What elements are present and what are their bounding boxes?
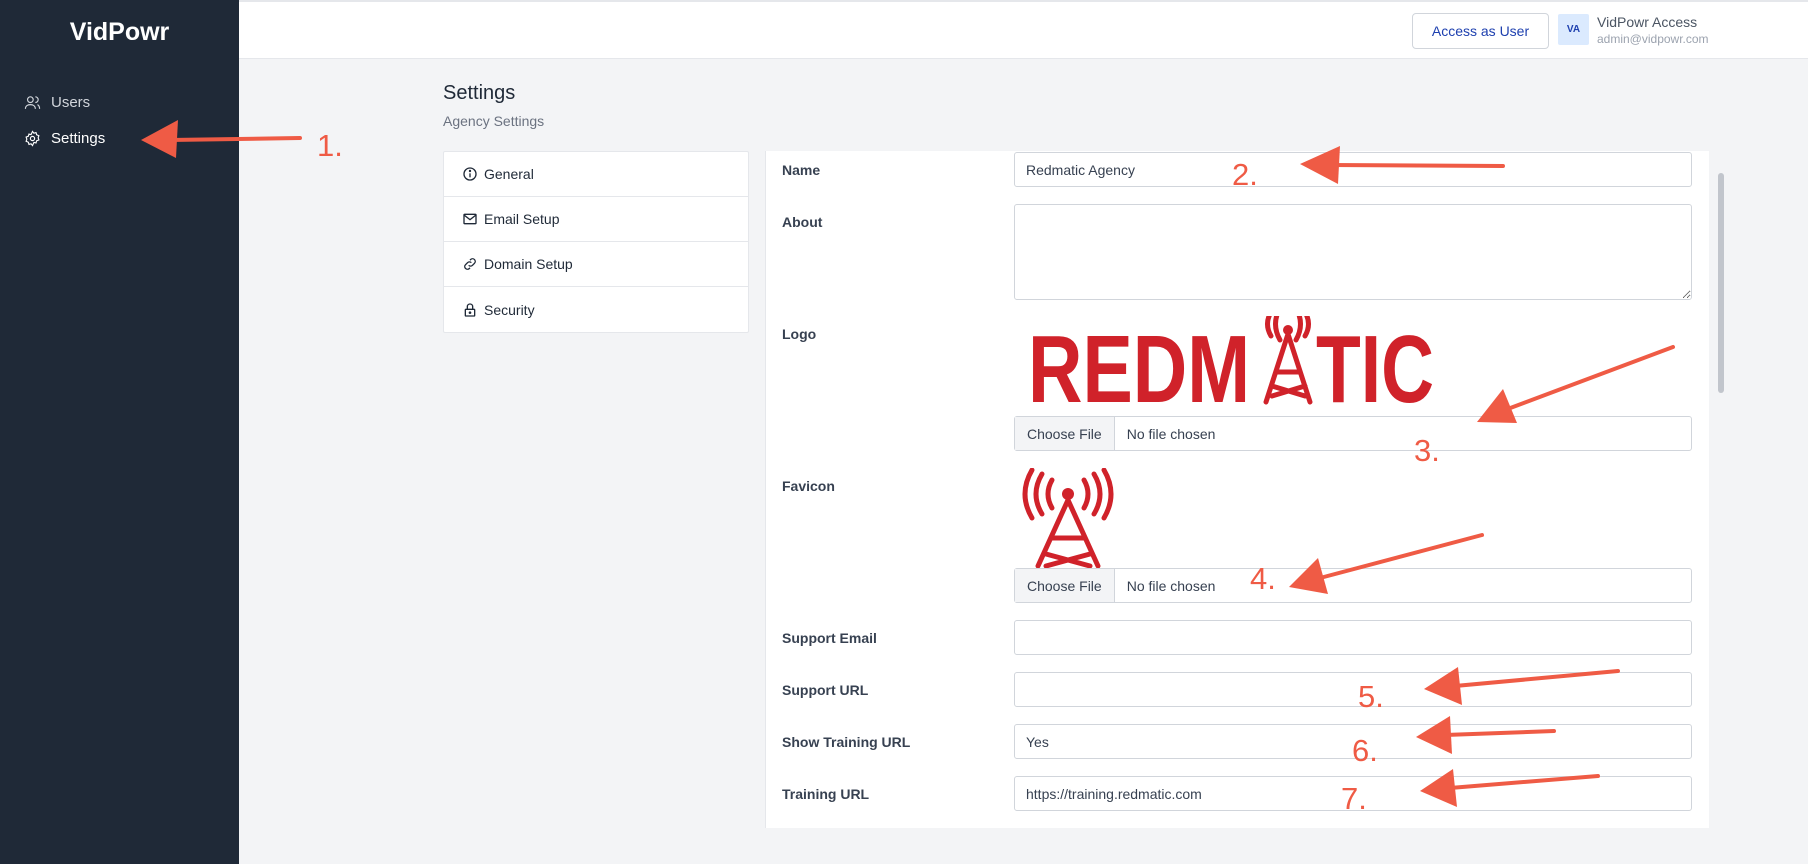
- annotation-4: 4.: [1250, 561, 1276, 596]
- training-url-label: Training URL: [782, 786, 870, 802]
- sidebar-item-users[interactable]: Users: [24, 94, 90, 111]
- menu-item-label: Security: [484, 301, 535, 318]
- user-name: VidPowr Access: [1597, 14, 1698, 30]
- logo-choose-file-button[interactable]: Choose File: [1015, 417, 1115, 450]
- support-email-label: Support Email: [782, 630, 877, 646]
- form-scrollbar[interactable]: [1717, 151, 1725, 828]
- support-url-input[interactable]: [1014, 672, 1692, 707]
- avatar[interactable]: VA: [1558, 14, 1589, 45]
- annotation-2: 2.: [1232, 157, 1258, 192]
- annotation-6: 6.: [1352, 733, 1378, 768]
- sidebar-item-settings[interactable]: Settings: [24, 130, 105, 147]
- logo-label: Logo: [782, 326, 817, 342]
- support-url-label: Support URL: [782, 682, 869, 698]
- sidebar-item-label: Settings: [51, 130, 106, 147]
- menu-item-label: General: [484, 166, 534, 182]
- name-input[interactable]: [1014, 152, 1692, 187]
- annotation-1: 1.: [317, 128, 343, 163]
- logo-tower-dot: [1283, 325, 1293, 335]
- logo-file-status: No file chosen: [1126, 425, 1216, 442]
- annotation-5: 5.: [1358, 679, 1384, 714]
- settings-menu-email-setup[interactable]: Email Setup: [444, 197, 748, 242]
- name-label: Name: [782, 162, 821, 178]
- user-email: admin@vidpowr.com: [1597, 32, 1709, 46]
- favicon-file-input[interactable]: Choose File No file chosen: [1014, 568, 1692, 603]
- info-icon: [463, 167, 477, 181]
- show-training-url-label: Show Training URL: [782, 734, 911, 750]
- favicon-file-status: No file chosen: [1126, 577, 1216, 594]
- about-textarea[interactable]: [1014, 204, 1692, 300]
- link-icon: [464, 258, 476, 270]
- page-title: Settings: [443, 82, 516, 104]
- logo-text-right: TIC: [1316, 316, 1434, 408]
- about-label: About: [782, 214, 823, 230]
- favicon-tower-dot: [1062, 488, 1074, 500]
- settings-menu: General Email Setup Domain Setup Securit…: [443, 151, 749, 333]
- settings-menu-security[interactable]: Security: [444, 287, 748, 332]
- menu-item-label: Email Setup: [484, 211, 560, 227]
- page-subtitle: Agency Settings: [443, 113, 545, 129]
- access-as-user-button[interactable]: Access as User: [1412, 13, 1549, 49]
- sidebar: VidPowr Users Settings: [0, 0, 239, 864]
- annotation-7: 7.: [1341, 781, 1367, 816]
- support-email-input[interactable]: [1014, 620, 1692, 655]
- users-icon: [24, 96, 41, 109]
- gear-icon: [25, 130, 40, 147]
- logo-text-left: REDM: [1028, 316, 1250, 408]
- favicon-choose-file-button[interactable]: Choose File: [1015, 569, 1115, 602]
- annotation-3: 3.: [1414, 433, 1440, 468]
- favicon-label: Favicon: [782, 478, 835, 494]
- logo-file-input[interactable]: Choose File No file chosen: [1014, 416, 1692, 451]
- settings-menu-domain-setup[interactable]: Domain Setup: [444, 242, 748, 287]
- scrollbar-thumb[interactable]: [1718, 173, 1724, 393]
- settings-menu-general[interactable]: General: [444, 152, 748, 197]
- brand-logo[interactable]: VidPowr: [0, 18, 239, 47]
- mail-icon: [463, 213, 477, 225]
- menu-item-label: Domain Setup: [484, 256, 573, 272]
- sidebar-item-label: Users: [51, 94, 91, 111]
- lock-icon: [464, 302, 476, 317]
- favicon-tower-image: [1022, 468, 1114, 568]
- redmatic-logo-image: REDM TIC: [1028, 316, 1434, 408]
